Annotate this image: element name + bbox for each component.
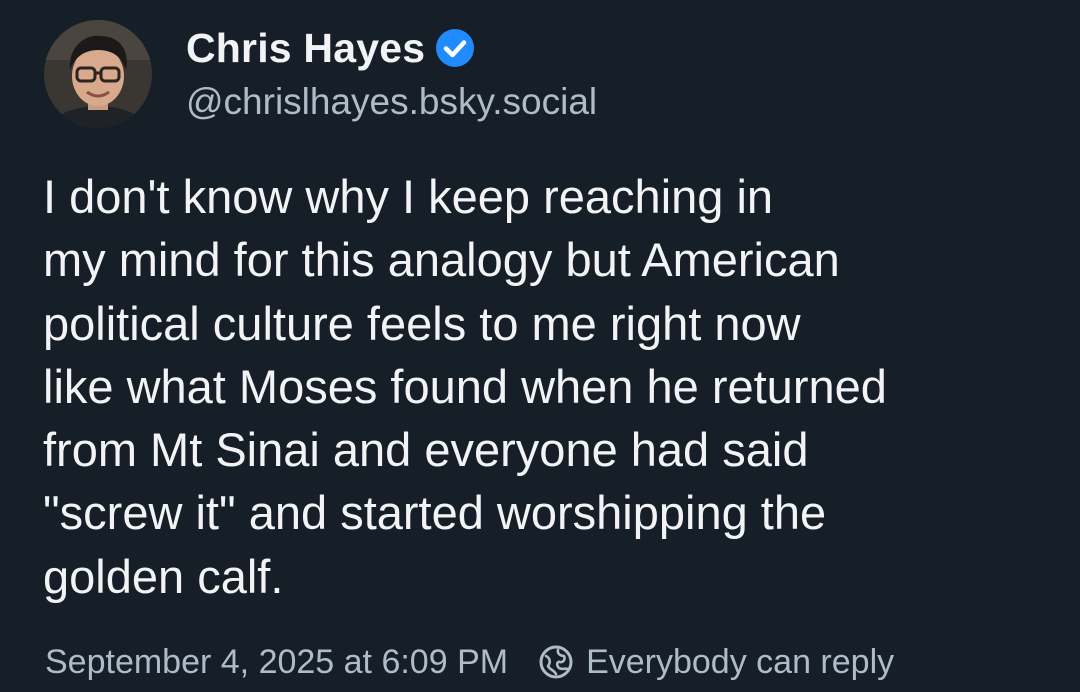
author-name-row: Chris Hayes [186, 22, 475, 74]
author-handle[interactable]: @chrislhayes.bsky.social [186, 80, 597, 124]
post-meta: September 4, 2025 at 6:09 PM Everybody c… [45, 636, 894, 688]
avatar[interactable] [44, 20, 152, 128]
globe-icon [538, 644, 574, 680]
reply-setting-label[interactable]: Everybody can reply [586, 643, 894, 682]
post-timestamp[interactable]: September 4, 2025 at 6:09 PM [45, 643, 508, 682]
author-display-name[interactable]: Chris Hayes [186, 25, 425, 72]
post-card: Chris Hayes @chrislhayes.bsky.social I d… [0, 0, 1080, 692]
avatar-image [44, 20, 152, 128]
verified-check-icon[interactable] [435, 28, 475, 68]
post-text: I don't know why I keep reaching in my m… [43, 170, 887, 603]
